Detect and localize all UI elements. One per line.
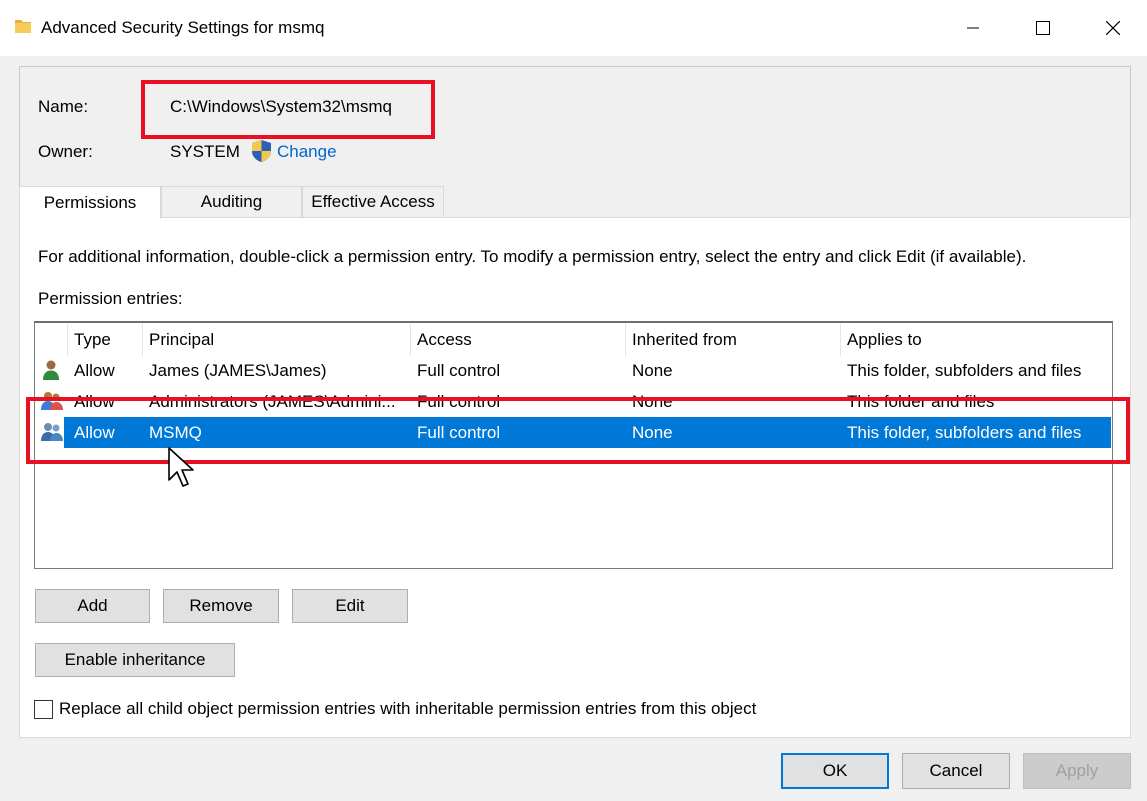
row-applies-to: This folder, subfolders and files bbox=[847, 361, 1082, 380]
minimize-icon bbox=[967, 27, 979, 29]
tab-label: Effective Access bbox=[311, 192, 435, 211]
tab-label: Auditing bbox=[200, 192, 263, 211]
info-text: For additional information, double-click… bbox=[38, 247, 1027, 266]
name-value: C:\Windows\System32\msmq bbox=[170, 97, 392, 116]
replace-child-permissions-label[interactable]: Replace all child object permission entr… bbox=[59, 699, 756, 719]
button-label: Enable inheritance bbox=[64, 650, 206, 669]
tab-auditing[interactable]: Auditing bbox=[161, 186, 302, 217]
button-label: Edit bbox=[335, 596, 365, 615]
column-divider[interactable] bbox=[410, 324, 411, 356]
row-access: Full control bbox=[417, 361, 501, 380]
add-button[interactable]: Add bbox=[35, 589, 150, 623]
column-header-applies-to[interactable]: Applies to bbox=[847, 330, 922, 350]
ok-button[interactable]: OK bbox=[781, 753, 889, 789]
row-inherited-from: None bbox=[632, 423, 673, 442]
button-label: Remove bbox=[189, 596, 253, 615]
replace-child-permissions-checkbox[interactable] bbox=[34, 700, 53, 719]
column-divider[interactable] bbox=[67, 324, 68, 356]
maximize-icon bbox=[1036, 21, 1050, 35]
row-type: Allow bbox=[74, 423, 115, 442]
group-icon bbox=[41, 423, 63, 441]
close-icon bbox=[1106, 21, 1120, 35]
name-label: Name: bbox=[38, 97, 89, 116]
column-header-inherited-from[interactable]: Inherited from bbox=[632, 330, 737, 350]
column-header-access[interactable]: Access bbox=[417, 330, 472, 350]
owner-change-link[interactable]: Change bbox=[277, 142, 337, 162]
permission-entries-label: Permission entries: bbox=[38, 289, 183, 308]
row-inherited-from: None bbox=[632, 392, 673, 411]
enable-inheritance-button[interactable]: Enable inheritance bbox=[35, 643, 235, 677]
row-type: Allow bbox=[74, 361, 115, 380]
apply-button[interactable]: Apply bbox=[1023, 753, 1131, 789]
button-label: Apply bbox=[1055, 761, 1099, 780]
row-principal: James (JAMES\James) bbox=[149, 361, 327, 380]
group-icon bbox=[41, 392, 63, 410]
close-button[interactable] bbox=[1078, 0, 1147, 56]
owner-value: SYSTEM bbox=[170, 142, 240, 161]
user-icon bbox=[43, 360, 59, 380]
row-applies-to: This folder, subfolders and files bbox=[847, 423, 1082, 442]
column-divider[interactable] bbox=[840, 324, 841, 356]
tab-permissions[interactable]: Permissions bbox=[19, 186, 161, 219]
column-header-type[interactable]: Type bbox=[74, 330, 111, 350]
column-header-principal[interactable]: Principal bbox=[149, 330, 214, 350]
tab-label: Permissions bbox=[43, 193, 137, 212]
title-bar: Advanced Security Settings for msmq bbox=[0, 0, 1147, 56]
owner-label: Owner: bbox=[38, 142, 93, 161]
cancel-button[interactable]: Cancel bbox=[902, 753, 1010, 789]
edit-button[interactable]: Edit bbox=[292, 589, 408, 623]
remove-button[interactable]: Remove bbox=[163, 589, 279, 623]
row-principal: MSMQ bbox=[149, 423, 202, 442]
button-label: OK bbox=[822, 761, 848, 780]
column-divider[interactable] bbox=[142, 324, 143, 356]
window-title: Advanced Security Settings for msmq bbox=[41, 18, 325, 37]
maximize-button[interactable] bbox=[1008, 0, 1078, 56]
folder-icon bbox=[15, 20, 31, 33]
row-principal: Administrators (JAMES\Admini... bbox=[149, 392, 396, 411]
row-applies-to: This folder and files bbox=[847, 392, 995, 411]
shield-icon bbox=[252, 140, 271, 162]
mouse-cursor-icon bbox=[168, 447, 194, 487]
row-type: Allow bbox=[74, 392, 115, 411]
row-access: Full control bbox=[417, 423, 501, 442]
row-inherited-from: None bbox=[632, 361, 673, 380]
column-divider[interactable] bbox=[625, 324, 626, 356]
row-access: Full control bbox=[417, 392, 501, 411]
button-label: Add bbox=[77, 596, 108, 615]
button-label: Cancel bbox=[929, 761, 983, 780]
tab-effective-access[interactable]: Effective Access bbox=[302, 186, 444, 217]
minimize-button[interactable] bbox=[938, 0, 1008, 56]
